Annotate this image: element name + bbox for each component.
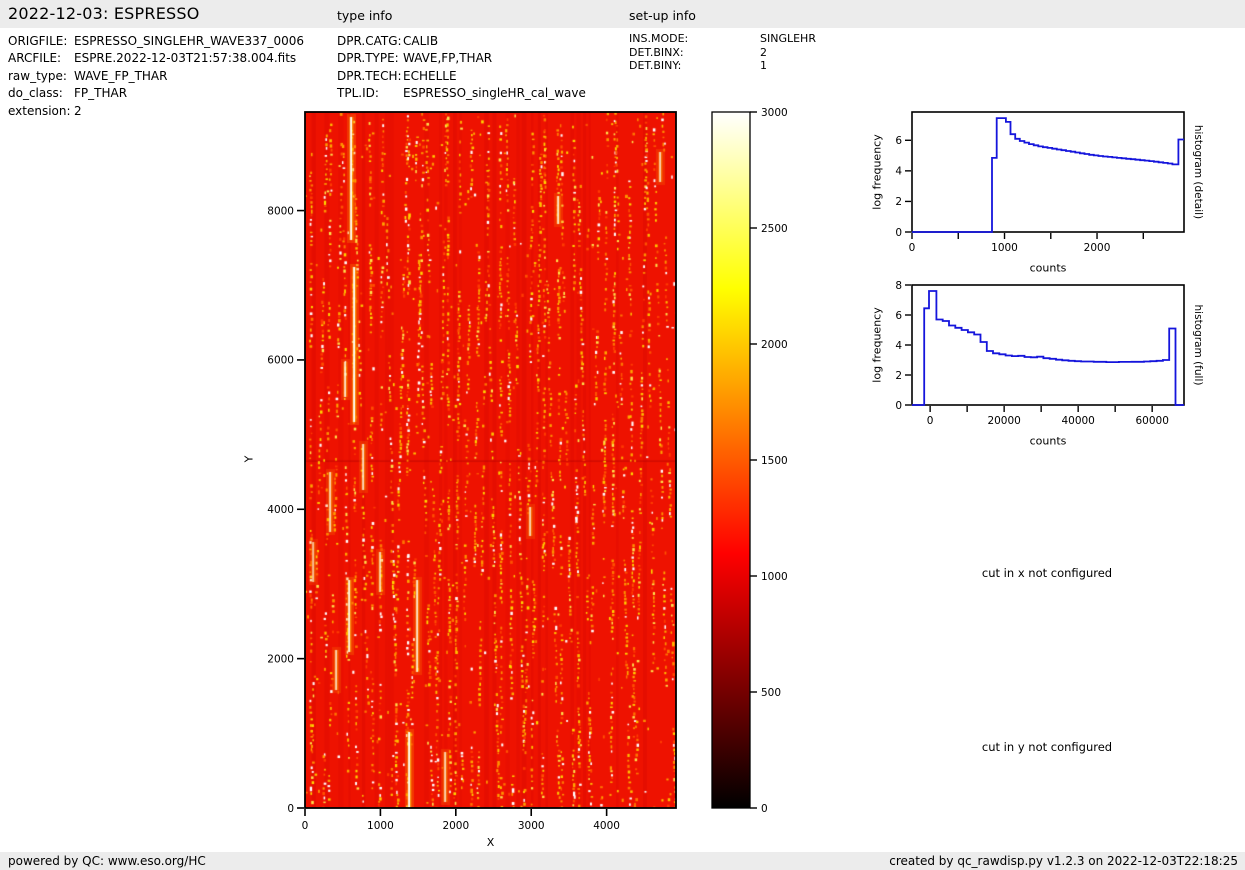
file-info-label: ARCFILE:: [8, 50, 74, 67]
type-info-value: ESPRESSO_singleHR_cal_wave: [403, 86, 586, 100]
svg-text:0: 0: [287, 803, 294, 815]
setup-info-label: INS.MODE:: [629, 32, 760, 46]
footer-bar: powered by QC: www.eso.org/HC created by…: [0, 852, 1245, 870]
type-info-value: CALIB: [403, 34, 438, 48]
svg-text:4: 4: [895, 166, 902, 178]
type-info-label: DPR.TECH:: [337, 68, 403, 85]
raw-image-heatmap: [305, 112, 676, 808]
file-info-row: ORIGFILE:ESPRESSO_SINGLEHR_WAVE337_0006: [8, 33, 304, 50]
svg-text:2500: 2500: [761, 223, 788, 235]
svg-text:1000: 1000: [991, 242, 1018, 254]
svg-text:4000: 4000: [593, 820, 620, 832]
footer-right-text: created by qc_rawdisp.py v1.2.3 on 2022-…: [889, 854, 1238, 868]
svg-text:2: 2: [895, 370, 902, 382]
hist-detail-x-axis-label: counts: [1030, 262, 1067, 275]
svg-text:2000: 2000: [267, 653, 294, 665]
svg-text:3000: 3000: [761, 107, 788, 119]
svg-text:8000: 8000: [267, 205, 294, 217]
type-info-section-title: type info: [337, 8, 392, 23]
hist-full-x-axis-label: counts: [1030, 435, 1067, 448]
svg-text:3000: 3000: [518, 820, 545, 832]
svg-text:40000: 40000: [1061, 415, 1094, 427]
type-info-label: DPR.CATG:: [337, 33, 403, 50]
file-info-label: raw_type:: [8, 68, 74, 85]
setup-info-value: 1: [760, 59, 767, 72]
setup-info-section-title: set-up info: [629, 8, 696, 23]
setup-info-value: 2: [760, 46, 767, 59]
cut-x-message: cut in x not configured: [982, 566, 1112, 580]
svg-text:0: 0: [895, 400, 902, 412]
svg-text:1500: 1500: [761, 455, 788, 467]
cut-y-message: cut in y not configured: [982, 740, 1112, 754]
file-info-value: WAVE_FP_THAR: [74, 69, 167, 83]
type-info-value: ECHELLE: [403, 69, 457, 83]
file-info-label: ORIGFILE:: [8, 33, 74, 50]
hist-detail-y-axis-label: log frequency: [871, 134, 884, 209]
hist-detail-right-label: histogram (detail): [1192, 125, 1204, 219]
setup-info-row: DET.BINX:2: [629, 46, 816, 60]
svg-text:20000: 20000: [987, 415, 1020, 427]
setup-info-row: INS.MODE:SINGLEHR: [629, 32, 816, 46]
type-info-row: DPR.TYPE:WAVE,FP,THAR: [337, 50, 586, 67]
file-info-row: raw_type:WAVE_FP_THAR: [8, 68, 304, 85]
svg-text:0: 0: [302, 820, 309, 832]
svg-text:6: 6: [895, 310, 902, 322]
svg-text:0: 0: [927, 415, 934, 427]
qc-report-page: 2022-12-03: ESPRESSO type info set-up in…: [0, 0, 1245, 870]
file-info-label: do_class:: [8, 85, 74, 102]
file-info-value: 2: [74, 104, 82, 118]
svg-text:0: 0: [761, 803, 768, 815]
setup-info-label: DET.BINY:: [629, 59, 760, 73]
svg-text:2000: 2000: [442, 820, 469, 832]
svg-text:2: 2: [895, 196, 902, 208]
page-title: 2022-12-03: ESPRESSO: [8, 4, 200, 23]
svg-text:1000: 1000: [367, 820, 394, 832]
setup-info-label: DET.BINX:: [629, 46, 760, 60]
svg-text:4000: 4000: [267, 504, 294, 516]
file-info-value: ESPRESSO_SINGLEHR_WAVE337_0006: [74, 34, 304, 48]
image-y-axis-label: Y: [243, 456, 256, 463]
svg-text:6: 6: [895, 135, 902, 147]
svg-text:60000: 60000: [1135, 415, 1168, 427]
svg-text:2000: 2000: [1084, 242, 1111, 254]
type-info-label: DPR.TYPE:: [337, 50, 403, 67]
svg-text:500: 500: [761, 687, 781, 699]
file-info-row: ARCFILE:ESPRE.2022-12-03T21:57:38.004.fi…: [8, 50, 304, 67]
file-info-value: ESPRE.2022-12-03T21:57:38.004.fits: [74, 51, 296, 65]
footer-left-text: powered by QC: www.eso.org/HC: [8, 854, 206, 868]
svg-text:2000: 2000: [761, 339, 788, 351]
setup-info-value: SINGLEHR: [760, 32, 816, 45]
colorbar: [712, 112, 750, 808]
svg-text:8: 8: [895, 280, 902, 292]
type-info-row: DPR.CATG:CALIB: [337, 33, 586, 50]
setup-info-block: INS.MODE:SINGLEHR DET.BINX:2 DET.BINY:1: [629, 32, 816, 73]
hist-full-right-label: histogram (full): [1192, 305, 1204, 386]
type-info-block: DPR.CATG:CALIB DPR.TYPE:WAVE,FP,THAR DPR…: [337, 33, 586, 103]
type-info-value: WAVE,FP,THAR: [403, 51, 492, 65]
svg-text:6000: 6000: [267, 355, 294, 367]
svg-text:0: 0: [895, 227, 902, 239]
file-info-value: FP_THAR: [74, 86, 127, 100]
setup-info-row: DET.BINY:1: [629, 59, 816, 73]
file-info-row: do_class:FP_THAR: [8, 85, 304, 102]
hist-full-y-axis-label: log frequency: [871, 307, 884, 382]
type-info-row: TPL.ID:ESPRESSO_singleHR_cal_wave: [337, 85, 586, 102]
image-x-axis-label: X: [305, 836, 676, 849]
file-info-label: extension:: [8, 103, 74, 120]
svg-text:4: 4: [895, 340, 902, 352]
type-info-label: TPL.ID:: [337, 85, 403, 102]
file-info-block: ORIGFILE:ESPRESSO_SINGLEHR_WAVE337_0006 …: [8, 33, 304, 120]
type-info-row: DPR.TECH:ECHELLE: [337, 68, 586, 85]
file-info-row: extension:2: [8, 103, 304, 120]
svg-text:1000: 1000: [761, 571, 788, 583]
svg-text:0: 0: [909, 242, 916, 254]
